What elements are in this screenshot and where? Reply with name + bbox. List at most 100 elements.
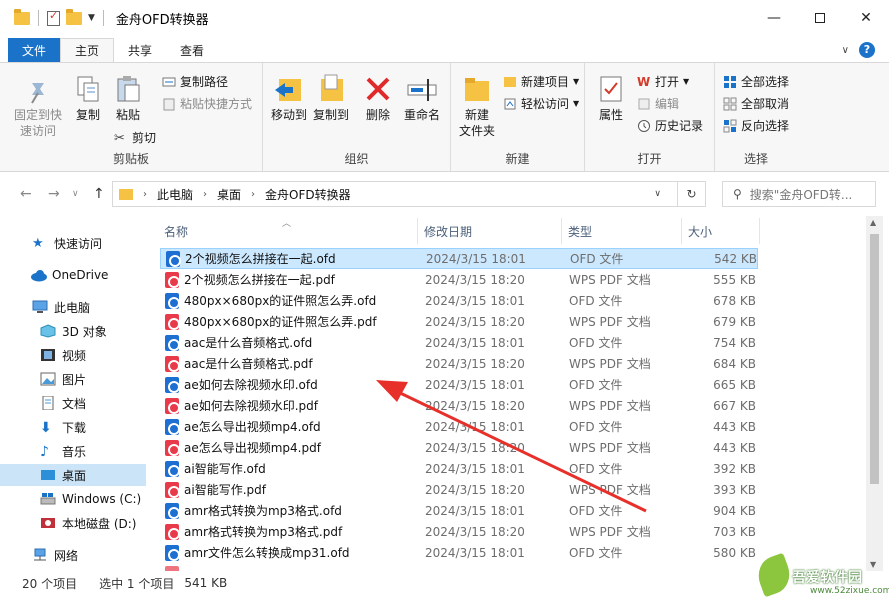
scroll-up-arrow-icon[interactable]: ▲ [870, 218, 876, 227]
nav-item-pictures[interactable]: 图片 [0, 368, 146, 390]
delete-button[interactable]: 删除 [363, 73, 393, 123]
cut-button[interactable]: ✂ 剪切 [114, 129, 156, 146]
nav-item-videos[interactable]: 视频 [0, 344, 146, 366]
file-row[interactable]: 480px×680px的证件照怎么弄.pdf 2024/3/15 18:20 WPS… [160, 311, 758, 332]
file-row[interactable]: aac是什么音频格式.pdf 2024/3/15 18:20 WPS PDF 文档 6… [160, 353, 758, 374]
minimize-button[interactable]: — [751, 0, 797, 36]
column-header-size[interactable]: 大小 [682, 218, 760, 244]
tab-file[interactable]: 文件 [8, 38, 61, 62]
file-type: WPS PDF 文档 [569, 525, 651, 539]
nav-item-onedrive[interactable]: OneDrive [0, 264, 146, 286]
forward-arrow-icon[interactable]: → [48, 186, 60, 202]
address-dropdown-icon[interactable]: ∨ [654, 189, 661, 199]
nav-item-drive-d[interactable]: 本地磁盘 (D:) [0, 512, 146, 534]
file-row[interactable]: amr格式转换为mp3格式.ofd 2024/3/15 18:01 OFD 文件 90… [160, 500, 758, 521]
breadcrumb-this-pc[interactable]: 此电脑 [151, 186, 199, 203]
paste-shortcut-button[interactable]: 粘贴快捷方式 [162, 95, 252, 112]
nav-item-3d-objects[interactable]: 3D 对象 [0, 320, 146, 342]
file-type: OFD 文件 [569, 336, 623, 350]
invert-selection-button[interactable]: 反向选择 [723, 117, 789, 134]
paste-button[interactable]: 粘贴 [110, 73, 146, 123]
nav-item-desktop[interactable]: 桌面 [0, 464, 146, 486]
file-row[interactable]: 2个视频怎么拼接在一起.ofd 2024/3/15 18:01 OFD 文件 542 … [160, 248, 758, 269]
rename-icon [406, 73, 438, 105]
recent-dropdown-icon[interactable]: ∨ [72, 189, 79, 199]
file-row[interactable]: ai智能写作.pdf 2024/3/15 18:20 WPS PDF 文档 393 K… [160, 479, 758, 500]
file-row[interactable]: aac是什么音频格式.ofd 2024/3/15 18:01 OFD 文件 754 K… [160, 332, 758, 353]
breadcrumb-desktop[interactable]: 桌面 [211, 186, 247, 203]
folder-icon [119, 188, 133, 200]
new-folder-icon[interactable] [66, 8, 82, 25]
history-button[interactable]: 历史记录 [637, 117, 703, 134]
copy-to-icon [315, 73, 347, 105]
search-field[interactable]: ⚲ 搜索"金舟OFD转... [722, 181, 876, 207]
cut-label: 剪切 [132, 131, 157, 145]
easy-access-label: 轻松访问 [521, 97, 570, 111]
edit-button[interactable]: 编辑 [637, 95, 679, 112]
move-to-label: 移动到 [270, 108, 307, 122]
column-header-date[interactable]: 修改日期 [418, 218, 562, 244]
back-arrow-icon[interactable]: ← [20, 186, 32, 202]
rename-button[interactable]: 重命名 [401, 73, 443, 123]
column-header-type[interactable]: 类型 [562, 218, 682, 244]
ribbon-tabs: 文件 主页 共享 查看 ∨ ? [0, 38, 889, 62]
file-row[interactable]: ae如何去除视频水印.ofd 2024/3/15 18:01 OFD 文件 665 K… [160, 374, 758, 395]
file-size: 392 KB [713, 461, 756, 476]
customize-arrow-icon[interactable]: ▼ [88, 13, 95, 23]
properties-icon[interactable] [47, 9, 60, 26]
maximize-button[interactable] [797, 0, 843, 36]
file-size: 443 KB [713, 419, 756, 434]
file-size: 703 KB [713, 524, 756, 539]
file-name: aac是什么音频格式.ofd [184, 336, 313, 350]
nav-item-drive-c[interactable]: Windows (C:) [0, 488, 146, 510]
file-row[interactable]: ae怎么导出视频mp4.ofd 2024/3/15 18:01 OFD 文件 443 … [160, 416, 758, 437]
file-row[interactable]: ae如何去除视频水印.pdf 2024/3/15 18:20 WPS PDF 文档 6… [160, 395, 758, 416]
tab-home[interactable]: 主页 [60, 38, 115, 62]
file-size: 542 KB [714, 251, 757, 266]
quick-access-toolbar: ▼ [0, 8, 106, 26]
pdf-file-icon [165, 481, 180, 498]
address-field[interactable]: › 此电脑 › 桌面 › 金舟OFD转换器 ∨ ↻ [112, 181, 706, 207]
file-row[interactable]: amr格式转换为mp3格式.pdf 2024/3/15 18:20 WPS PDF … [160, 521, 758, 542]
breadcrumb-current-folder[interactable]: 金舟OFD转换器 [259, 186, 357, 203]
copy-path-button[interactable]: 复制路径 [162, 73, 228, 90]
refresh-icon[interactable]: ↻ [677, 182, 705, 206]
open-button[interactable]: W 打开 ▼ [637, 73, 689, 90]
pin-quick-access-button[interactable]: 固定到快 速访问 [12, 73, 64, 139]
file-row[interactable]: 2个视频怎么拼接在一起.pdf 2024/3/15 18:20 WPS PDF 文档… [160, 269, 758, 290]
new-item-button[interactable]: 新建项目 ▼ [503, 73, 579, 90]
help-icon[interactable]: ? [859, 42, 875, 58]
nav-item-label: 本地磁盘 (D:) [62, 516, 137, 531]
nav-item-downloads[interactable]: ⬇ 下载 [0, 416, 146, 438]
column-header-name[interactable]: ︿ 名称 [158, 218, 418, 244]
nav-item-label: 图片 [62, 372, 87, 387]
nav-item-network[interactable]: 网络 [0, 544, 146, 566]
new-folder-button[interactable]: 新建 文件夹 [455, 73, 499, 139]
tab-share[interactable]: 共享 [114, 38, 166, 62]
properties-button[interactable]: 属性 [591, 73, 631, 123]
tab-view[interactable]: 查看 [166, 38, 218, 62]
file-row[interactable]: ai智能写作.ofd 2024/3/15 18:01 OFD 文件 392 KB [160, 458, 758, 479]
select-all-button[interactable]: 全部选择 [723, 73, 789, 90]
copy-button[interactable]: 复制 [70, 73, 106, 123]
nav-item-documents[interactable]: 文档 [0, 392, 146, 414]
nav-item-quick-access[interactable]: ★ 快速访问 [0, 232, 146, 254]
easy-access-icon [503, 97, 517, 111]
scrollbar-thumb[interactable] [870, 234, 879, 484]
copy-to-button[interactable]: 复制到 [311, 73, 351, 123]
divider [38, 10, 39, 26]
nav-item-this-pc[interactable]: 此电脑 [0, 296, 146, 318]
move-to-button[interactable]: 移动到 [269, 73, 309, 123]
up-arrow-icon[interactable]: ↑ [93, 186, 105, 202]
dropdown-arrow-icon: ▼ [573, 77, 580, 86]
select-none-button[interactable]: 全部取消 [723, 95, 789, 112]
easy-access-button[interactable]: 轻松访问 ▼ [503, 95, 579, 112]
vertical-scrollbar[interactable]: ▲ ▼ [866, 216, 883, 571]
file-row[interactable]: amr文件怎么转换成mp31.ofd 2024/3/15 18:01 OFD 文件 5… [160, 542, 758, 563]
chevron-down-icon[interactable]: ∨ [842, 45, 849, 56]
file-row[interactable]: 480px×680px的证件照怎么弄.ofd 2024/3/15 18:01 OFD… [160, 290, 758, 311]
file-name: 480px×680px的证件照怎么弄.ofd [184, 294, 377, 308]
file-row[interactable]: ae怎么导出视频mp4.pdf 2024/3/15 18:20 WPS PDF 文档… [160, 437, 758, 458]
close-button[interactable]: ✕ [843, 0, 889, 36]
nav-item-music[interactable]: ♪ 音乐 [0, 440, 146, 462]
